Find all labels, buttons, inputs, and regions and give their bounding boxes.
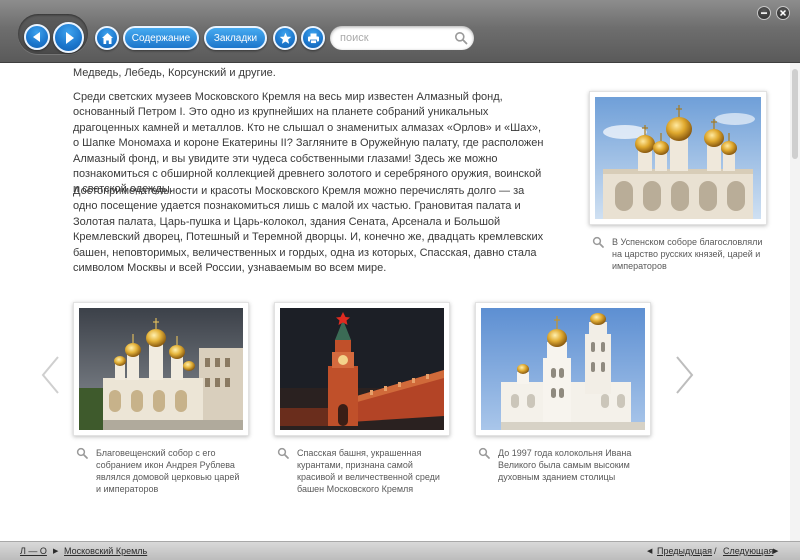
arrow-left-icon [33, 32, 40, 42]
ivan-the-great-bell-tower-photo [481, 308, 645, 430]
star-icon [279, 32, 291, 44]
gallery-next-arrow-icon[interactable] [673, 355, 695, 395]
cathedral-photo [595, 97, 761, 219]
magnifier-icon[interactable] [478, 447, 490, 459]
previous-page-link[interactable]: Предыдущая [657, 546, 712, 556]
close-button[interactable] [776, 6, 790, 20]
scroll-thumb[interactable] [792, 69, 798, 159]
back-button[interactable] [24, 24, 50, 50]
article-paragraph: Достопримечательности и красоты Московск… [73, 185, 544, 275]
gallery-prev-arrow-icon[interactable] [40, 355, 62, 395]
breadcrumb-root-link[interactable]: Л — О [20, 546, 47, 556]
bookmarks-button[interactable]: Закладки [204, 26, 267, 50]
home-icon [101, 32, 113, 44]
arrow-right-icon [65, 31, 74, 44]
next-page-link[interactable]: Следующая [723, 546, 773, 556]
article-paragraph: Среди светских музеев Московского Кремля… [73, 91, 544, 196]
magnifier-icon[interactable] [592, 236, 604, 248]
side-photo[interactable] [589, 91, 767, 225]
status-bar: Л — О ▶ Московский Кремль ◀ Предыдущая /… [0, 541, 800, 560]
search-input[interactable] [340, 30, 450, 46]
magnifier-icon[interactable] [76, 447, 88, 459]
home-button[interactable] [95, 26, 119, 50]
favorite-button[interactable] [273, 26, 297, 50]
printer-icon [307, 33, 319, 44]
forward-button[interactable] [53, 22, 84, 53]
gallery-caption: Благовещенский собор с его собранием ико… [96, 448, 240, 494]
prev-arrow-icon[interactable]: ◀ [647, 547, 652, 555]
toolbar: Содержание Закладки [0, 0, 800, 63]
gallery-caption: Спасская башня, украшенная курантами, пр… [297, 448, 440, 494]
print-button[interactable] [301, 26, 325, 50]
article-paragraph: Медведь, Лебедь, Корсунский и другие. [73, 67, 276, 79]
annunciation-cathedral-photo [79, 308, 243, 430]
close-icon [779, 9, 787, 17]
contents-button[interactable]: Содержание [123, 26, 199, 50]
spasskaya-tower-photo [280, 308, 444, 430]
breadcrumb-current-link[interactable]: Московский Кремль [64, 546, 147, 556]
magnifier-icon[interactable] [277, 447, 289, 459]
gallery-caption: До 1997 года колокольня Ивана Великого б… [498, 448, 632, 482]
gallery-photo[interactable] [475, 302, 651, 436]
search-icon[interactable] [454, 31, 468, 45]
search-box [330, 26, 474, 50]
minimize-icon [761, 12, 767, 14]
minimize-button[interactable] [757, 6, 771, 20]
breadcrumb-arrow-icon: ▶ [53, 548, 59, 555]
nav-separator: / [714, 546, 717, 556]
gallery-photo[interactable] [274, 302, 450, 436]
next-arrow-icon[interactable]: ▶ [773, 547, 778, 555]
side-photo-caption: В Успенском соборе благословляли на царс… [612, 237, 763, 271]
vertical-scrollbar[interactable] [790, 63, 800, 541]
gallery-photo[interactable] [73, 302, 249, 436]
